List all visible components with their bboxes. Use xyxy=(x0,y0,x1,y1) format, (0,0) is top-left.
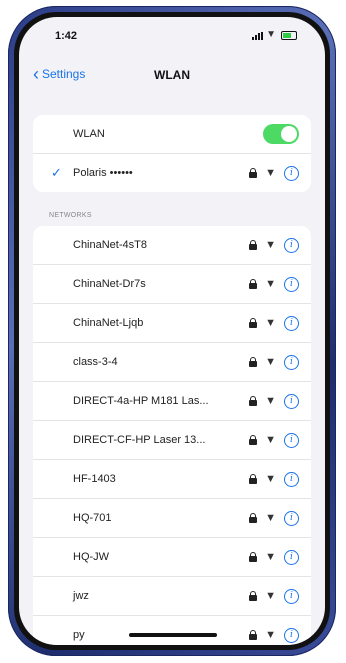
network-icons: ▼ i xyxy=(249,471,299,487)
status-icons: ▼ xyxy=(252,29,297,40)
lock-icon xyxy=(249,240,258,250)
network-row[interactable]: ChinaNet-4sT8 ▼ i xyxy=(33,226,311,265)
network-icons: ▼ i xyxy=(249,627,299,643)
info-icon[interactable]: i xyxy=(284,315,299,331)
status-bar: 1:42 ▼ xyxy=(19,17,325,45)
connected-network-row[interactable]: ✓ Polaris •••••• ▼ i xyxy=(33,154,311,192)
wifi-icon: ▼ xyxy=(265,550,276,563)
info-icon[interactable]: i xyxy=(284,276,299,292)
network-row[interactable]: py ▼ i xyxy=(33,616,311,645)
network-row[interactable]: DIRECT-4a-HP M181 Las... ▼ i xyxy=(33,382,311,421)
info-icon[interactable]: i xyxy=(284,471,299,487)
network-icons: ▼ i xyxy=(249,588,299,604)
wifi-status-icon: ▼ xyxy=(266,29,276,40)
wlan-toggle-switch[interactable] xyxy=(263,124,299,144)
network-name: HQ-JW xyxy=(73,551,110,563)
info-icon[interactable]: i xyxy=(284,237,299,253)
wlan-toggle-row: WLAN xyxy=(33,115,311,154)
wifi-icon: ▼ xyxy=(265,589,276,602)
network-name: ChinaNet-Dr7s xyxy=(73,278,146,290)
network-name: DIRECT-4a-HP M181 Las... xyxy=(73,395,209,407)
network-name: HF-1403 xyxy=(73,473,116,485)
network-icons: ▼ i xyxy=(249,315,299,331)
network-icons: ▼ i xyxy=(249,549,299,565)
lock-icon xyxy=(249,318,258,328)
lock-icon xyxy=(249,591,258,601)
home-indicator[interactable] xyxy=(129,633,217,637)
network-icons: ▼ i xyxy=(249,432,299,448)
network-icons: ▼ i xyxy=(249,237,299,253)
lock-icon xyxy=(249,168,258,178)
network-row[interactable]: ChinaNet-Ljqb ▼ i xyxy=(33,304,311,343)
lock-icon xyxy=(249,396,258,406)
info-icon[interactable]: i xyxy=(284,588,299,604)
lock-icon xyxy=(249,513,258,523)
network-name: ChinaNet-Ljqb xyxy=(73,317,144,329)
wifi-icon: ▼ xyxy=(265,238,276,251)
cellular-signal-icon xyxy=(252,32,264,40)
wifi-icon: ▼ xyxy=(265,472,276,485)
lock-icon xyxy=(249,357,258,367)
wifi-icon: ▼ xyxy=(265,433,276,446)
network-name: DIRECT-CF-HP Laser 13... xyxy=(73,434,206,446)
info-icon[interactable]: i xyxy=(284,354,299,370)
lock-icon xyxy=(249,435,258,445)
network-name: HQ-701 xyxy=(73,512,112,524)
network-row[interactable]: jwz ▼ i xyxy=(33,577,311,616)
network-row[interactable]: ChinaNet-Dr7s ▼ i xyxy=(33,265,311,304)
lock-icon xyxy=(249,552,258,562)
wlan-group: WLAN ✓ Polaris •••••• ▼ i xyxy=(33,115,311,192)
info-icon[interactable]: i xyxy=(284,165,299,181)
network-name: class-3-4 xyxy=(73,356,118,368)
wifi-icon: ▼ xyxy=(265,316,276,329)
network-icons: ▼ i xyxy=(249,165,299,181)
wifi-icon: ▼ xyxy=(265,511,276,524)
status-time: 1:42 xyxy=(55,30,78,42)
lock-icon xyxy=(249,474,258,484)
phone-screen: 1:42 ▼ ‹ Settings WLAN WLAN ✓ Polaris ••… xyxy=(19,17,325,645)
network-row[interactable]: DIRECT-CF-HP Laser 13... ▼ i xyxy=(33,421,311,460)
wifi-icon: ▼ xyxy=(265,355,276,368)
networks-section-header: NETWORKS xyxy=(49,212,92,219)
network-icons: ▼ i xyxy=(249,393,299,409)
network-icons: ▼ i xyxy=(249,354,299,370)
info-icon[interactable]: i xyxy=(284,393,299,409)
info-icon[interactable]: i xyxy=(284,432,299,448)
network-icons: ▼ i xyxy=(249,510,299,526)
info-icon[interactable]: i xyxy=(284,510,299,526)
network-icons: ▼ i xyxy=(249,276,299,292)
network-row[interactable]: HQ-JW ▼ i xyxy=(33,538,311,577)
connected-network-name: Polaris •••••• xyxy=(73,167,133,179)
wifi-icon: ▼ xyxy=(265,628,276,641)
network-row[interactable]: class-3-4 ▼ i xyxy=(33,343,311,382)
network-name: jwz xyxy=(73,590,89,602)
navigation-bar: ‹ Settings WLAN xyxy=(19,65,325,91)
lock-icon xyxy=(249,630,258,640)
info-icon[interactable]: i xyxy=(284,549,299,565)
wifi-icon: ▼ xyxy=(265,394,276,407)
network-name: ChinaNet-4sT8 xyxy=(73,239,147,251)
network-name: py xyxy=(73,629,85,641)
wifi-icon: ▼ xyxy=(265,166,276,179)
checkmark-icon: ✓ xyxy=(51,165,62,180)
lock-icon xyxy=(249,279,258,289)
page-title: WLAN xyxy=(154,68,190,82)
networks-list: ChinaNet-4sT8 ▼ i ChinaNet-Dr7s ▼ i ChinaNet-L… xyxy=(33,226,311,645)
info-icon[interactable]: i xyxy=(284,627,299,643)
wlan-toggle-label: WLAN xyxy=(73,128,105,140)
network-row[interactable]: HF-1403 ▼ i xyxy=(33,460,311,499)
wifi-icon: ▼ xyxy=(265,277,276,290)
battery-icon xyxy=(281,31,297,40)
network-row[interactable]: HQ-701 ▼ i xyxy=(33,499,311,538)
